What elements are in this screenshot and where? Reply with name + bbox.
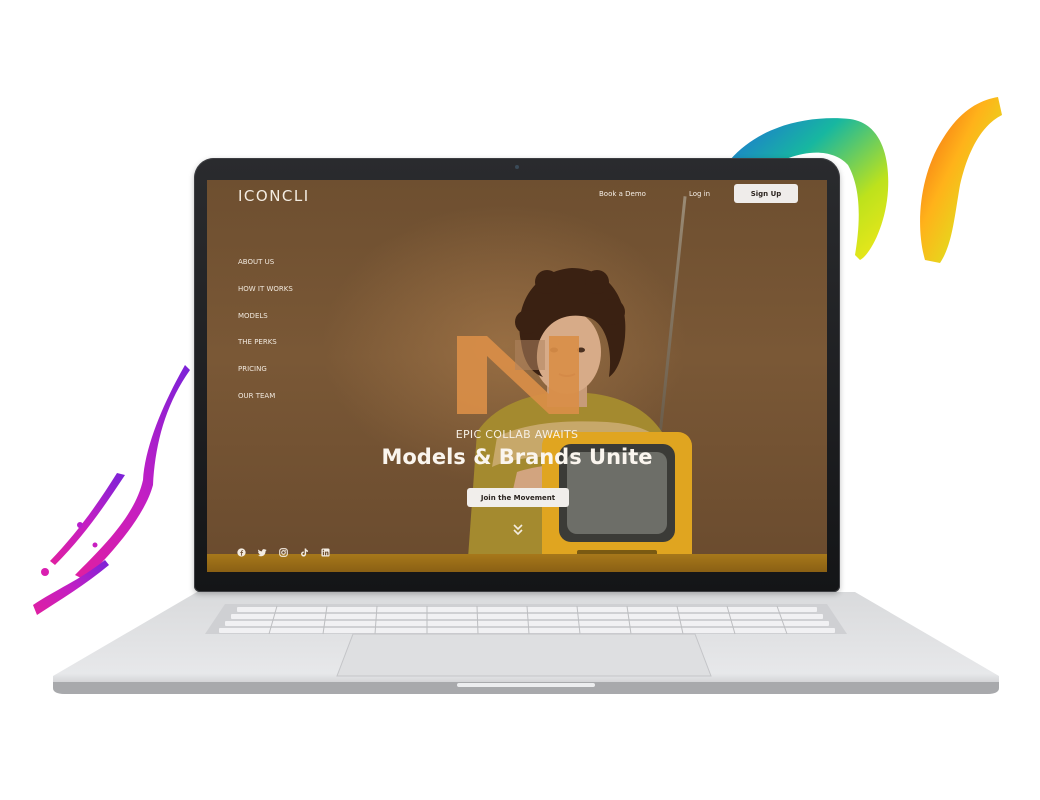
- side-navigation: ABOUT US HOW IT WORKS MODELS THE PERKS P…: [238, 257, 293, 418]
- nav-item-about-us[interactable]: ABOUT US: [238, 257, 293, 284]
- instagram-icon[interactable]: [279, 548, 288, 557]
- nav-item-models[interactable]: MODELS: [238, 311, 293, 338]
- facebook-icon[interactable]: [237, 548, 246, 557]
- laptop-base: [53, 592, 999, 694]
- scroll-down-chevron-icon[interactable]: [511, 524, 525, 538]
- nav-item-our-team[interactable]: OUR TEAM: [238, 391, 293, 418]
- twitter-icon[interactable]: [258, 548, 267, 557]
- nav-item-the-perks[interactable]: THE PERKS: [238, 337, 293, 364]
- nav-item-how-it-works[interactable]: HOW IT WORKS: [238, 284, 293, 311]
- purple-paint-swirl: [33, 365, 190, 615]
- brand-mark-icon: [457, 336, 579, 414]
- website-screen: ICONCLI Book a Demo Log in Sign Up ABOUT…: [207, 180, 827, 572]
- login-link[interactable]: Log in: [689, 190, 710, 198]
- linkedin-icon[interactable]: [321, 548, 330, 557]
- webcam: [515, 165, 519, 169]
- tiktok-icon[interactable]: [300, 548, 309, 557]
- laptop-lid: ICONCLI Book a Demo Log in Sign Up ABOUT…: [194, 158, 840, 592]
- join-movement-button[interactable]: Join the Movement: [467, 488, 569, 507]
- hero-eyebrow: EPIC COLLAB AWAITS: [455, 428, 579, 441]
- hero-headline: Models & Brands Unite: [381, 445, 653, 469]
- brand-logo[interactable]: ICONCLI: [238, 187, 310, 205]
- book-demo-link[interactable]: Book a Demo: [599, 190, 646, 198]
- social-links: [237, 548, 330, 557]
- nav-item-pricing[interactable]: PRICING: [238, 364, 293, 391]
- signup-button[interactable]: Sign Up: [734, 184, 798, 203]
